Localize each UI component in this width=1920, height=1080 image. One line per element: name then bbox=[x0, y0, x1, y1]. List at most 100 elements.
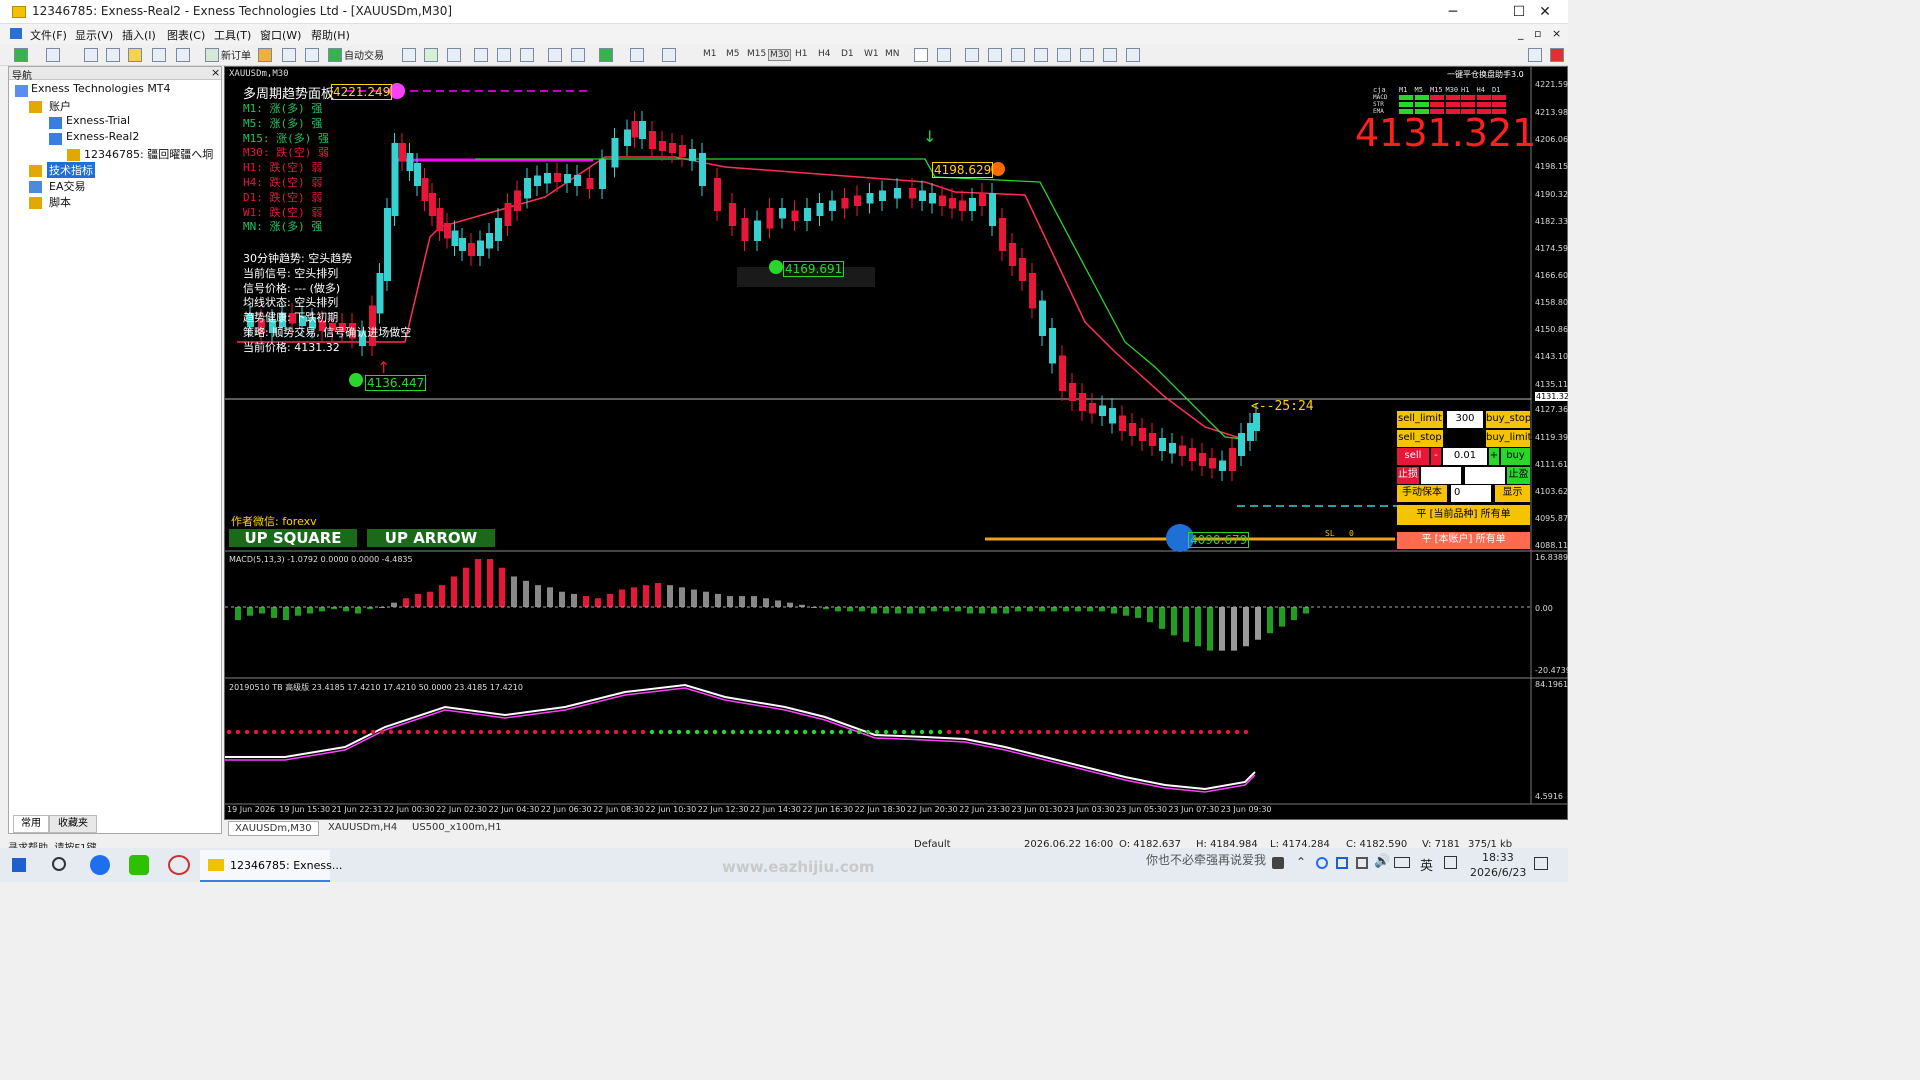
text-tool-icon[interactable] bbox=[1080, 48, 1094, 62]
menu-charts[interactable]: 图表(C) bbox=[167, 27, 205, 43]
auto-trade-button[interactable]: 自动交易 bbox=[344, 47, 384, 63]
tray-keyboard-icon[interactable] bbox=[1394, 857, 1410, 868]
notification-center-icon[interactable] bbox=[1534, 857, 1548, 870]
tray-k-icon[interactable] bbox=[1272, 857, 1284, 869]
vertical-line-icon[interactable] bbox=[965, 48, 979, 62]
indicators-icon[interactable] bbox=[599, 48, 613, 62]
child-close-icon[interactable]: × bbox=[1552, 27, 1561, 40]
fibonacci-icon[interactable] bbox=[1057, 48, 1071, 62]
tray-security-icon[interactable] bbox=[1336, 857, 1348, 869]
templates-icon[interactable] bbox=[662, 48, 676, 62]
lot-input[interactable]: 0.01 bbox=[1443, 448, 1487, 465]
notifications-icon[interactable] bbox=[1550, 48, 1564, 62]
auto-trade-icon[interactable] bbox=[328, 48, 342, 62]
cursor-icon[interactable] bbox=[914, 48, 928, 62]
app-k-icon[interactable] bbox=[90, 855, 110, 875]
buy-button[interactable]: buy bbox=[1501, 448, 1530, 465]
up-square-button[interactable]: UP SQUARE bbox=[229, 529, 357, 547]
market-watch-icon[interactable] bbox=[84, 48, 98, 62]
lot-increase-button[interactable]: + bbox=[1489, 448, 1499, 465]
tf-d1[interactable]: D1 bbox=[841, 49, 854, 59]
close-button[interactable]: ✕ bbox=[1522, 0, 1568, 24]
minimize-button[interactable]: ─ bbox=[1430, 0, 1476, 24]
tf-h1[interactable]: H1 bbox=[795, 49, 808, 59]
crosshair-icon[interactable] bbox=[937, 48, 951, 62]
data-window-icon[interactable] bbox=[106, 48, 120, 62]
wechat-icon[interactable] bbox=[129, 855, 149, 875]
line-chart-icon[interactable] bbox=[447, 48, 461, 62]
nav-real[interactable]: Exness-Real2 bbox=[66, 130, 139, 143]
zoom-out-icon[interactable] bbox=[497, 48, 511, 62]
terminal-icon[interactable] bbox=[152, 48, 166, 62]
autoscroll-icon[interactable] bbox=[571, 48, 585, 62]
navigator-close-icon[interactable]: × bbox=[211, 66, 220, 79]
take-profit-input[interactable] bbox=[1465, 467, 1505, 484]
signals-icon[interactable] bbox=[282, 48, 296, 62]
menu-view[interactable]: 显示(V) bbox=[75, 27, 113, 43]
candlestick-icon[interactable] bbox=[424, 48, 438, 62]
menu-tools[interactable]: 工具(T) bbox=[214, 27, 251, 43]
tf-m5[interactable]: M5 bbox=[726, 49, 740, 59]
sell-stop-button[interactable]: sell_stop bbox=[1397, 430, 1443, 447]
chart-tab-xauusd-h4[interactable]: XAUUSDm,H4 bbox=[322, 821, 403, 836]
price-chart-canvas[interactable]: ↓↑ bbox=[225, 67, 1568, 821]
tile-windows-icon[interactable] bbox=[520, 48, 534, 62]
bar-chart-icon[interactable] bbox=[402, 48, 416, 62]
tray-chevron-up-icon[interactable]: ⌃ bbox=[1296, 855, 1306, 869]
clock-date[interactable]: 2026/6/23 bbox=[1470, 866, 1526, 879]
close-account-orders-button[interactable]: 平 [本账户] 所有单 bbox=[1397, 532, 1530, 549]
chart-tab-xauusd-m30[interactable]: XAUUSDm,M30 bbox=[228, 821, 319, 836]
tray-volume-icon[interactable]: 🔊 bbox=[1374, 854, 1390, 869]
child-restore-icon[interactable]: ▫ bbox=[1534, 27, 1541, 40]
text-label-icon[interactable] bbox=[1103, 48, 1117, 62]
nav-ea[interactable]: EA交易 bbox=[49, 178, 85, 194]
close-symbol-orders-button[interactable]: 平 [当前品种] 所有单 bbox=[1397, 505, 1530, 525]
tf-w1[interactable]: W1 bbox=[864, 49, 879, 59]
tf-m1[interactable]: M1 bbox=[703, 49, 717, 59]
menu-help[interactable]: 帮助(H) bbox=[311, 27, 350, 43]
show-button[interactable]: 显示 bbox=[1495, 485, 1530, 502]
tray-input-method-icon[interactable] bbox=[1444, 856, 1457, 869]
nav-indicators[interactable]: 技术指标 bbox=[47, 162, 95, 178]
sell-limit-button[interactable]: sell_limit bbox=[1397, 411, 1443, 428]
nav-tab-common[interactable]: 常用 bbox=[13, 815, 49, 833]
metaeditor-icon[interactable] bbox=[258, 48, 272, 62]
zoom-in-icon[interactable] bbox=[474, 48, 488, 62]
up-arrow-button[interactable]: UP ARROW bbox=[367, 529, 495, 547]
manual-breakeven-button[interactable]: 手动保本 bbox=[1397, 485, 1447, 502]
nav-root[interactable]: Exness Technologies MT4 bbox=[31, 82, 171, 95]
breakeven-input[interactable]: 0 bbox=[1451, 485, 1491, 502]
lot-decrease-button[interactable]: - bbox=[1431, 448, 1441, 465]
menu-window[interactable]: 窗口(W) bbox=[260, 27, 301, 43]
nav-accounts[interactable]: 账户 bbox=[49, 98, 71, 114]
profiles-icon[interactable] bbox=[46, 48, 60, 62]
nav-account[interactable]: 12346785: 疆回曜疆へ垌 bbox=[84, 146, 213, 162]
tray-language[interactable]: 英 bbox=[1420, 855, 1433, 874]
points-input[interactable]: 300 bbox=[1447, 411, 1483, 428]
new-chart-icon[interactable] bbox=[14, 48, 28, 62]
tf-h4[interactable]: H4 bbox=[818, 49, 831, 59]
app-tool-icon[interactable] bbox=[168, 855, 190, 875]
sell-button[interactable]: sell bbox=[1397, 448, 1429, 465]
search-taskbar-icon[interactable] bbox=[52, 857, 66, 871]
equidistant-channel-icon[interactable] bbox=[1034, 48, 1048, 62]
buy-limit-button[interactable]: buy_limit bbox=[1486, 430, 1532, 447]
tf-mn[interactable]: MN bbox=[885, 49, 900, 59]
tf-m30[interactable]: M30 bbox=[768, 49, 792, 61]
tray-sync-icon[interactable] bbox=[1316, 857, 1328, 869]
nav-trial[interactable]: Exness-Trial bbox=[66, 114, 130, 127]
chart-tab-us500-h1[interactable]: US500_x100m,H1 bbox=[406, 821, 508, 836]
buy-stop-button[interactable]: buy_stop bbox=[1486, 411, 1531, 428]
clock-time[interactable]: 18:33 bbox=[1482, 851, 1514, 864]
market-icon[interactable] bbox=[305, 48, 319, 62]
search-icon[interactable] bbox=[1528, 48, 1542, 62]
menu-file[interactable]: 文件(F) bbox=[30, 27, 67, 43]
periods-icon[interactable] bbox=[630, 48, 644, 62]
tray-network-icon[interactable] bbox=[1356, 857, 1368, 869]
arrows-tool-icon[interactable] bbox=[1126, 48, 1140, 62]
tf-m15[interactable]: M15 bbox=[747, 49, 766, 59]
new-order-button[interactable]: 新订单 bbox=[221, 47, 251, 63]
windows-start-icon[interactable] bbox=[12, 858, 26, 872]
taskbar-mt4-item[interactable]: 12346785: Exness... bbox=[200, 850, 342, 882]
chart-shift-icon[interactable] bbox=[548, 48, 562, 62]
